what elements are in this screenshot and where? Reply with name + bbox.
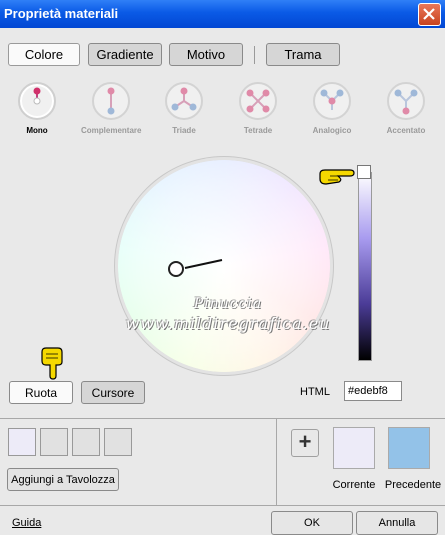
tab-colore[interactable]: Colore — [8, 43, 80, 66]
close-icon — [423, 8, 435, 20]
ruota-button[interactable]: Ruota — [9, 381, 73, 404]
html-label: HTML — [300, 386, 330, 398]
complementary-scheme-icon — [92, 82, 130, 120]
scheme-complementare[interactable]: Complementare — [81, 82, 141, 135]
watermark: Pinuccia www.mildiregrafica.eu — [78, 296, 378, 333]
html-color-input[interactable] — [344, 381, 402, 401]
analogous-scheme-icon — [313, 82, 351, 120]
current-color-swatch — [333, 427, 375, 469]
tab-gradiente[interactable]: Gradiente — [88, 43, 162, 66]
palette-swatch[interactable] — [104, 428, 132, 456]
title-bar: Proprietà materiali — [0, 0, 445, 28]
wheel-handle[interactable] — [168, 261, 184, 277]
cursore-button[interactable]: Cursore — [81, 381, 145, 404]
scheme-mono[interactable]: Mono — [7, 82, 67, 135]
scheme-label: Analogico — [312, 126, 352, 135]
watermark-line1: Pinuccia — [193, 296, 263, 312]
previous-color-swatch[interactable] — [388, 427, 430, 469]
tetrad-scheme-icon — [239, 82, 277, 120]
scheme-label: Triade — [172, 126, 196, 135]
section-divider — [0, 418, 445, 419]
scheme-tetrade[interactable]: Tetrade — [228, 82, 288, 135]
palette-swatch[interactable] — [72, 428, 100, 456]
scheme-label: Accentato — [386, 126, 426, 135]
color-wheel[interactable] — [118, 160, 330, 372]
footer-divider — [0, 505, 445, 506]
scheme-label: Mono — [26, 126, 48, 135]
close-button[interactable] — [418, 3, 441, 26]
pointing-hand-down-icon — [41, 347, 63, 380]
scheme-accentato[interactable]: Accentato — [376, 82, 436, 135]
window-title: Proprietà materiali — [4, 6, 119, 21]
vertical-divider — [276, 418, 277, 505]
help-link[interactable]: Guida — [12, 517, 41, 529]
ok-button[interactable]: OK — [271, 511, 353, 535]
current-color-label: Corrente — [332, 479, 376, 491]
tab-separator — [254, 46, 255, 64]
cancel-button[interactable]: Annulla — [356, 511, 438, 535]
previous-color-label: Precedente — [384, 479, 442, 491]
accented-scheme-icon — [387, 82, 425, 120]
palette-swatch[interactable] — [8, 428, 36, 456]
watermark-line2: www.mildiregrafica.eu — [125, 314, 331, 333]
add-to-palette-button[interactable]: Aggiungi a Tavolozza — [7, 468, 119, 491]
triad-scheme-icon — [165, 82, 203, 120]
scheme-label: Tetrade — [243, 126, 273, 135]
add-color-button[interactable]: + — [291, 429, 319, 457]
tab-trama[interactable]: Trama — [266, 43, 340, 66]
pointing-hand-icon — [319, 169, 355, 185]
slider-thumb[interactable] — [357, 165, 371, 179]
mono-scheme-icon — [18, 82, 56, 120]
tab-motivo[interactable]: Motivo — [169, 43, 243, 66]
scheme-triade[interactable]: Triade — [154, 82, 214, 135]
scheme-label: Complementare — [81, 126, 142, 135]
plus-icon: + — [298, 429, 312, 454]
scheme-analogico[interactable]: Analogico — [302, 82, 362, 135]
palette-swatch[interactable] — [40, 428, 68, 456]
